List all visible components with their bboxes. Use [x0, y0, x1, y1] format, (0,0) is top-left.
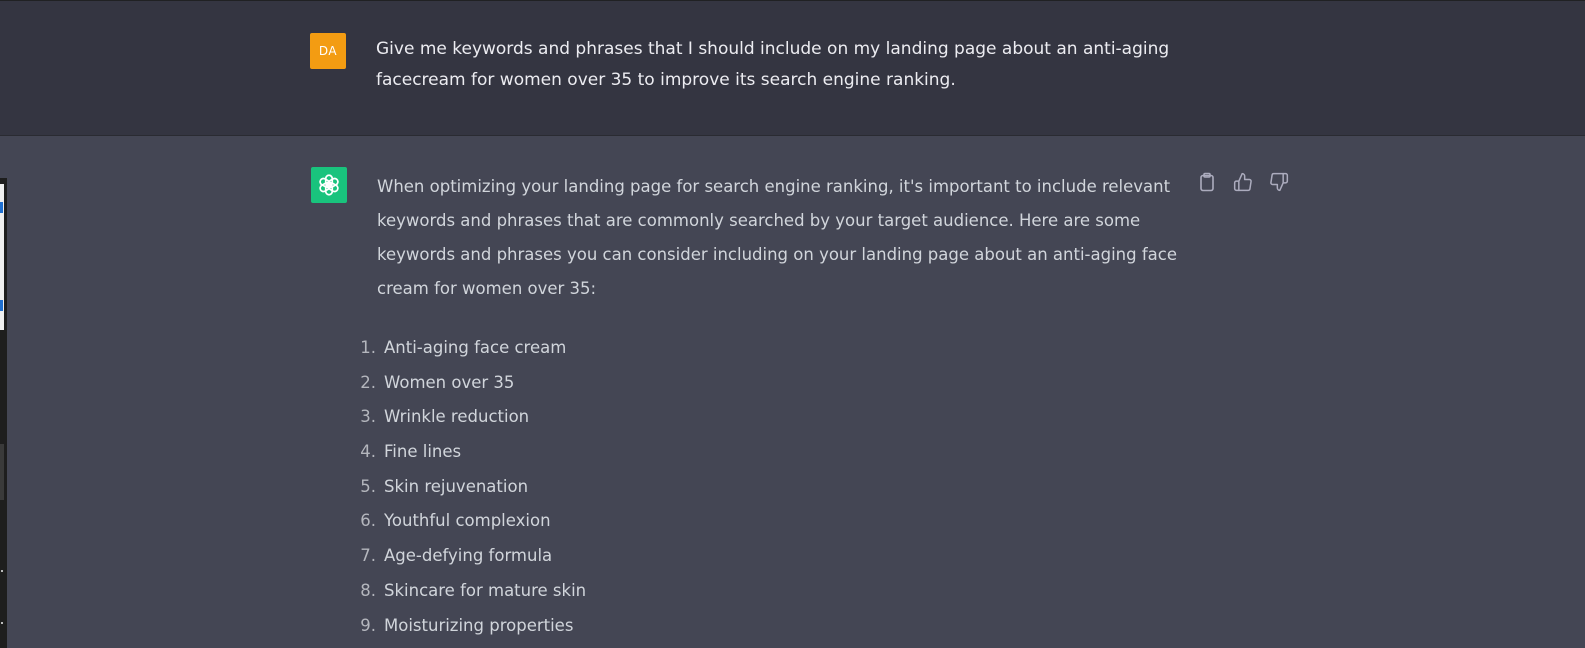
- thumbs-down-icon: [1270, 172, 1289, 192]
- list-item-text: Anti-aging face cream: [384, 338, 567, 357]
- list-item-number: 1.: [360, 338, 376, 357]
- list-item-text: Skincare for mature skin: [384, 580, 587, 600]
- list-item-text: Youthful complexion: [384, 511, 551, 531]
- openai-logo-icon: [319, 174, 339, 196]
- thumbs-down-button[interactable]: [1268, 170, 1290, 194]
- list-item: 2. Women over 35: [350, 366, 586, 401]
- list-item-number: 5.: [360, 476, 376, 496]
- list-item: 3. Wrinkle reduction: [350, 400, 586, 435]
- background-window-edge: [0, 178, 7, 648]
- list-item: 5. Skin rejuvenation: [350, 470, 586, 505]
- list-item: 9. Moisturizing properties: [350, 609, 586, 644]
- list-item: 4. Fine lines: [350, 435, 586, 470]
- list-item: 8. Skincare for mature skin: [350, 574, 586, 609]
- user-avatar-initials: DA: [318, 44, 338, 58]
- user-avatar: DA: [310, 33, 346, 69]
- list-item-text: Age-defying formula: [384, 546, 553, 566]
- list-item-text: Skin rejuvenation: [384, 476, 529, 496]
- list-item-number: 2.: [360, 372, 376, 392]
- list-item-text: Moisturizing properties: [384, 615, 574, 635]
- list-item-number: 7.: [360, 546, 376, 566]
- assistant-avatar: [311, 167, 347, 203]
- list-item-number: 6.: [360, 511, 376, 531]
- message-actions: [1196, 170, 1290, 194]
- thumbs-up-icon: [1233, 172, 1252, 192]
- list-item-number: 9.: [360, 615, 376, 635]
- list-item-number: 3.: [360, 407, 376, 427]
- list-item-text: Fine lines: [384, 442, 462, 462]
- list-item-text: Wrinkle reduction: [384, 407, 530, 427]
- list-item: 1. Anti-aging face cream: [350, 331, 586, 366]
- user-message-row: DA Give me keywords and phrases that I s…: [0, 0, 1585, 136]
- list-item: 6. Youthful complexion: [350, 504, 586, 539]
- user-message-text: Give me keywords and phrases that I shou…: [376, 39, 1170, 90]
- assistant-message-text: When optimizing your landing page for se…: [377, 170, 1177, 306]
- assistant-intro-paragraph: When optimizing your landing page for se…: [377, 177, 1177, 298]
- list-item: 7. Age-defying formula: [350, 539, 586, 574]
- list-item-number: 4.: [360, 442, 376, 462]
- thumbs-up-button[interactable]: [1232, 170, 1254, 194]
- list-item-text: Women over 35: [384, 372, 515, 392]
- keyword-list: 1. Anti-aging face cream 2. Women over 35 …: [350, 331, 586, 643]
- copy-button[interactable]: [1196, 170, 1218, 194]
- list-item-number: 8.: [360, 580, 376, 600]
- clipboard-icon: [1200, 172, 1214, 192]
